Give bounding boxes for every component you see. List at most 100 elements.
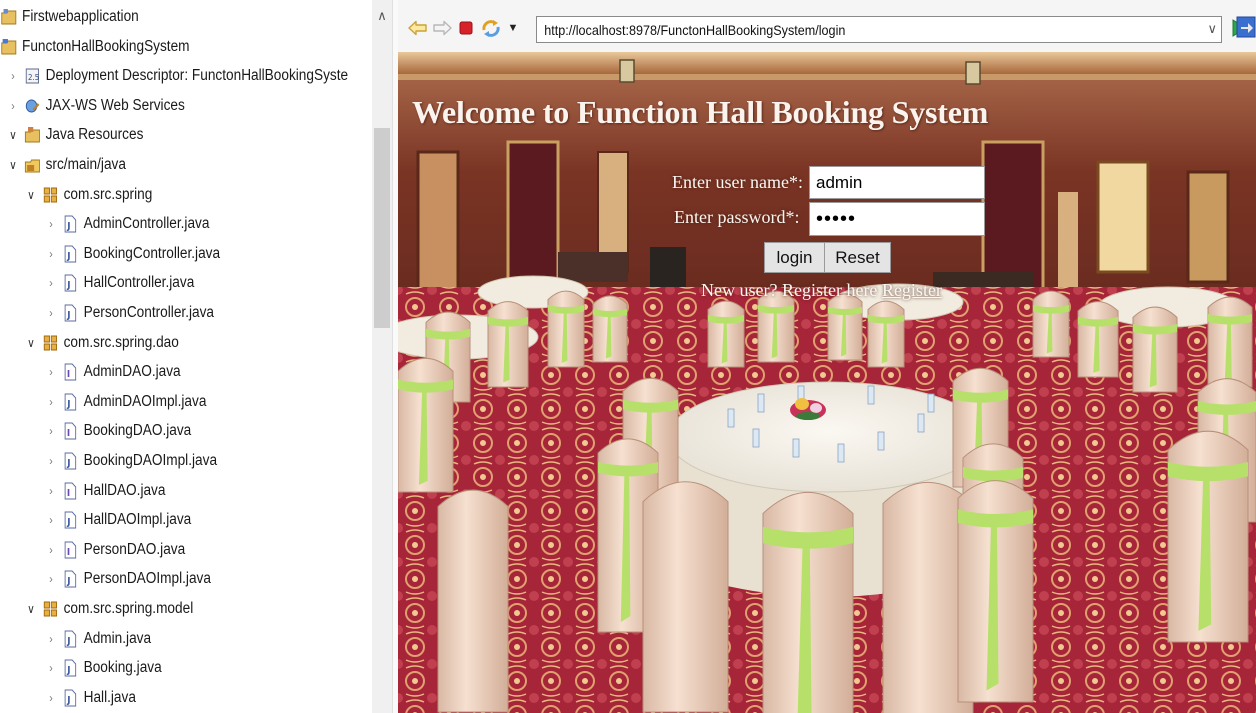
forward-arrow-icon[interactable] [432, 17, 452, 39]
collapse-chevron-right-icon[interactable]: › [44, 454, 58, 468]
collapse-chevron-right-icon[interactable]: › [44, 632, 58, 646]
url-text[interactable]: http://localhost:8978/FunctonHallBooking… [537, 22, 845, 38]
expand-chevron-down-icon[interactable]: ∨ [6, 128, 20, 142]
reset-button[interactable]: Reset [824, 242, 891, 273]
chair-with-sash [592, 295, 628, 363]
explorer-tree-item[interactable]: ∨ com.src.spring.dao [24, 328, 179, 358]
collapse-chevron-right-icon[interactable]: › [44, 395, 58, 409]
login-button[interactable]: login [764, 242, 825, 273]
collapse-chevron-right-icon[interactable]: › [44, 572, 58, 586]
explorer-tree-item[interactable]: › J Hall.java [44, 683, 136, 713]
open-browser-icon[interactable] [1236, 16, 1256, 38]
explorer-tree-item[interactable]: ∨ Java Resources [6, 120, 143, 150]
register-link[interactable]: Register [882, 280, 942, 300]
explorer-tree-item[interactable]: › J BookingDAOImpl.java [44, 446, 217, 476]
login-page: Welcome to Function Hall Booking System … [398, 52, 1256, 713]
chair-with-sash [957, 480, 1034, 703]
chair-with-sash [642, 481, 729, 713]
java-interface-icon: I [62, 421, 80, 441]
water-bottle [727, 408, 735, 428]
chair-with-sash [762, 492, 854, 713]
back-arrow-icon[interactable] [408, 17, 428, 39]
java-file-icon: J [62, 451, 80, 471]
collapse-chevron-right-icon[interactable]: › [44, 217, 58, 231]
explorer-tree-item[interactable]: FunctonHallBookingSystem [0, 32, 190, 62]
explorer-tree-item[interactable]: › JAX-WS Web Services [6, 91, 185, 121]
water-bottle [792, 438, 800, 458]
svg-text:2.5: 2.5 [28, 73, 39, 83]
collapse-chevron-right-icon[interactable]: › [44, 276, 58, 290]
project-explorer: Firstwebapplication FunctonHallBookingSys… [0, 0, 372, 713]
explorer-tree-item[interactable]: › J HallController.java [44, 268, 194, 298]
expand-chevron-down-icon[interactable]: ∨ [6, 158, 20, 172]
explorer-tree-item[interactable]: ∨ src/main/java [6, 150, 126, 180]
explorer-tree-item[interactable]: ∨ com.src.spring [24, 180, 152, 210]
expand-chevron-down-icon[interactable]: ∨ [24, 188, 38, 202]
url-bar[interactable]: http://localhost:8978/FunctonHallBooking… [536, 16, 1222, 43]
explorer-tree-item[interactable]: › J PersonDAOImpl.java [44, 564, 211, 594]
svg-text:J: J [66, 310, 70, 322]
svg-text:J: J [66, 635, 70, 647]
explorer-tree-item[interactable]: › 2.5 Deployment Descriptor: FunctonHallBo… [6, 61, 348, 91]
water-bottle [877, 431, 885, 451]
explorer-tree-item[interactable]: › J BookingController.java [44, 239, 220, 269]
collapse-chevron-right-icon[interactable]: › [44, 661, 58, 675]
collapse-chevron-right-icon[interactable]: › [6, 99, 20, 113]
tree-item-label: AdminDAOImpl.java [83, 392, 207, 410]
explorer-tree-item[interactable]: › I PersonDAO.java [44, 535, 185, 565]
deployment-descriptor-icon: 2.5 [24, 66, 42, 86]
explorer-tree-item[interactable]: ∨ com.src.spring.model [24, 594, 193, 624]
svg-text:J: J [66, 398, 70, 410]
svg-text:J: J [66, 221, 70, 233]
password-input[interactable]: ••••• [809, 202, 985, 236]
scroll-thumb[interactable] [374, 128, 390, 328]
username-input[interactable]: admin [809, 166, 985, 199]
water-bottle [927, 393, 935, 413]
refresh-icon[interactable] [480, 17, 502, 39]
username-label: Enter user name*: [672, 172, 803, 192]
tree-item-label: Firstwebapplication [22, 8, 139, 25]
tree-item-label: BookingDAO.java [83, 422, 192, 440]
stop-icon[interactable] [458, 17, 474, 39]
web-project-icon [0, 37, 18, 57]
chair-with-sash [757, 290, 795, 363]
java-file-icon: J [62, 510, 80, 530]
svg-text:I: I [67, 428, 70, 440]
java-file-icon: J [62, 392, 80, 412]
collapse-chevron-right-icon[interactable]: › [44, 691, 58, 705]
explorer-scrollbar[interactable]: ∧ [372, 0, 392, 713]
water-bottle [837, 443, 845, 463]
collapse-chevron-right-icon[interactable]: › [44, 513, 58, 527]
collapse-chevron-right-icon[interactable]: › [44, 306, 58, 320]
dropdown-arrow-icon[interactable]: ▼ [506, 17, 520, 39]
collapse-chevron-right-icon[interactable]: › [44, 424, 58, 438]
explorer-tree-item[interactable]: › I AdminDAO.java [44, 357, 181, 387]
expand-chevron-down-icon[interactable]: ∨ [24, 602, 38, 616]
expand-chevron-down-icon[interactable]: ∨ [24, 336, 38, 350]
collapse-chevron-right-icon[interactable]: › [44, 365, 58, 379]
collapse-chevron-right-icon[interactable]: › [6, 69, 20, 83]
java-resources-icon [24, 125, 42, 145]
explorer-tree-item[interactable]: › J PersonController.java [44, 298, 214, 328]
collapse-chevron-right-icon[interactable]: › [44, 543, 58, 557]
chair-with-sash [1167, 430, 1249, 643]
svg-text:J: J [66, 458, 70, 470]
explorer-tree-item[interactable]: › J HallDAOImpl.java [44, 505, 191, 535]
tree-item-label: HallDAOImpl.java [83, 511, 192, 529]
tree-item-label: Hall.java [83, 688, 136, 706]
tree-item-label: HallController.java [83, 274, 195, 292]
java-file-icon: J [62, 688, 80, 708]
explorer-tree-item[interactable]: › J Admin.java [44, 624, 151, 654]
explorer-tree-item[interactable]: › I BookingDAO.java [44, 416, 191, 446]
explorer-tree-item[interactable]: › J AdminDAOImpl.java [44, 387, 206, 417]
explorer-tree-item[interactable]: › J AdminController.java [44, 209, 209, 239]
collapse-chevron-right-icon[interactable]: › [44, 247, 58, 261]
explorer-tree-item[interactable]: › I HallDAO.java [44, 476, 165, 506]
explorer-tree-item[interactable]: Firstwebapplication [0, 2, 139, 32]
explorer-tree-item[interactable]: › J Booking.java [44, 653, 162, 683]
chair-with-sash [707, 300, 745, 368]
scroll-up-arrow-icon[interactable]: ∧ [372, 8, 392, 24]
collapse-chevron-right-icon[interactable]: › [44, 484, 58, 498]
java-interface-icon: I [62, 540, 80, 560]
url-history-dropdown-icon[interactable]: ∨ [1207, 21, 1217, 37]
